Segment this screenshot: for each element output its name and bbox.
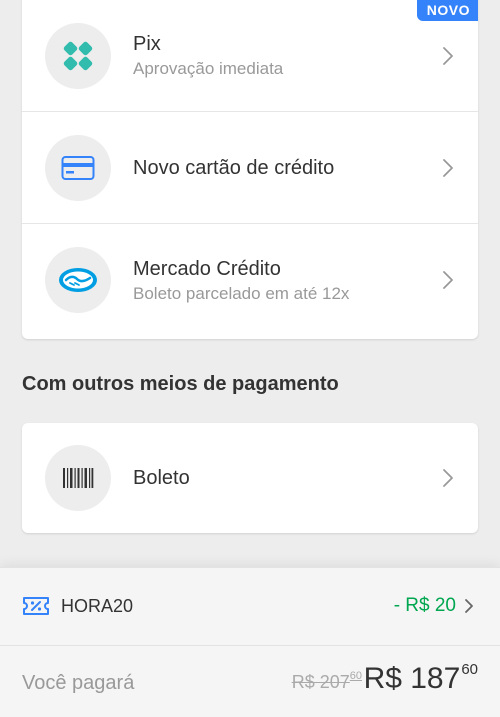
coupon-code: HORA20 xyxy=(61,596,134,616)
coupon-icon xyxy=(22,595,50,617)
coupon-row[interactable]: HORA20 - R$ 20 xyxy=(0,568,500,646)
old-price-cents: 60 xyxy=(349,670,362,682)
chevron-right-icon xyxy=(442,468,454,488)
payment-option-subtitle: Aprovação imediata xyxy=(133,59,284,78)
other-methods-card: Boleto xyxy=(22,423,478,533)
chevron-right-icon xyxy=(442,46,454,66)
new-price-cents: 60 xyxy=(461,661,478,678)
new-card-texts: Novo cartão de crédito xyxy=(133,155,334,181)
order-summary-footer: HORA20 - R$ 20 Você pagará R$ 20760 R$ 1… xyxy=(0,567,500,717)
payment-option-new-card[interactable]: Novo cartão de crédito xyxy=(22,112,478,224)
barcode-icon xyxy=(45,445,111,511)
old-price-main: R$ 207 xyxy=(291,672,350,692)
payment-option-title: Novo cartão de crédito xyxy=(133,156,335,179)
payment-option-title: Mercado Crédito xyxy=(133,257,281,280)
payment-option-pix[interactable]: Pix Aprovação imediata xyxy=(22,0,478,112)
payment-option-title: Boleto xyxy=(133,467,190,489)
payment-option-title: Pix xyxy=(133,33,161,55)
credit-card-icon xyxy=(45,134,111,201)
payment-screen: NOVO Pix Aprovação imediata Novo cartão … xyxy=(0,0,500,717)
chevron-right-icon xyxy=(442,158,454,178)
payment-option-boleto[interactable]: Boleto xyxy=(22,423,478,533)
mercado-credito-texts: Mercado Crédito Boleto parcelado em até … xyxy=(133,256,349,305)
section-title: Com outros meios de pagamento xyxy=(22,373,339,395)
payment-option-mercado-credito[interactable]: Mercado Crédito Boleto parcelado em até … xyxy=(22,224,478,336)
pix-texts: Pix Aprovação imediata xyxy=(133,31,283,80)
boleto-texts: Boleto xyxy=(133,465,190,491)
new-price-main: R$ 187 xyxy=(363,662,461,695)
new-price: R$ 18760 xyxy=(363,661,478,696)
chevron-right-icon xyxy=(464,598,474,614)
mercado-credito-icon xyxy=(45,247,111,313)
chevron-right-icon xyxy=(442,270,454,290)
old-price: R$ 20760 xyxy=(291,670,362,693)
pix-icon xyxy=(45,22,111,89)
total-label: Você pagará xyxy=(22,672,135,694)
payment-methods-card: NOVO Pix Aprovação imediata Novo cartão … xyxy=(22,0,478,339)
coupon-discount: - R$ 20 xyxy=(393,595,456,616)
payment-option-subtitle: Boleto parcelado em até 12x xyxy=(133,283,350,303)
